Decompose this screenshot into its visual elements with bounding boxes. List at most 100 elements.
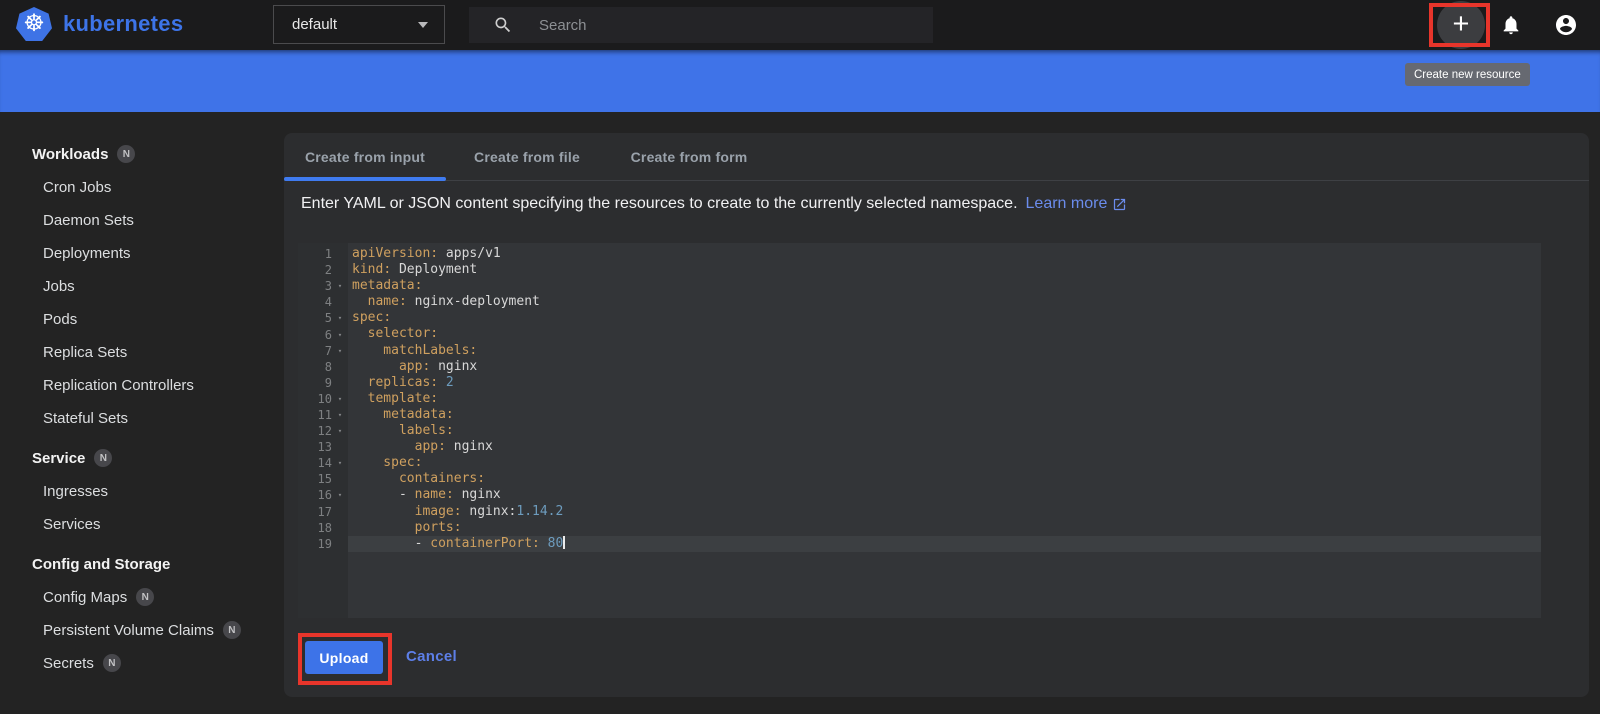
create-card: Create from input Create from file Create …: [284, 133, 1589, 697]
sidebar-item-label: Stateful Sets: [43, 409, 129, 427]
code-line: matchLabels:: [352, 342, 478, 358]
code-line: apiVersion: apps/v1: [352, 246, 501, 261]
editor-line: 19 - containerPort: 80: [298, 535, 1541, 552]
line-number: 1: [324, 247, 332, 262]
sidebar-item-label: Replica Sets: [43, 343, 128, 361]
sidebar-section-config-and-storage[interactable]: Config and Storage: [0, 554, 284, 574]
sidebar-item-secrets[interactable]: Secrets N: [0, 653, 284, 673]
cancel-button[interactable]: Cancel: [406, 648, 457, 665]
tooltip-create-new-resource: Create new resource: [1405, 63, 1530, 86]
code-line: template:: [352, 390, 439, 406]
sidebar-item-services[interactable]: Services: [0, 514, 284, 534]
editor-line: 16 ▾ - name: nginx: [298, 487, 1541, 503]
code-line: selector:: [352, 326, 439, 342]
learn-more-link[interactable]: Learn more: [1026, 195, 1128, 213]
new-badge: N: [94, 449, 113, 467]
editor-line: 8 app: nginx: [298, 359, 1541, 375]
code-line: app: nginx: [352, 358, 478, 374]
fold-icon[interactable]: ▾: [332, 459, 348, 467]
editor-line: 11 ▾ metadata:: [298, 407, 1541, 423]
fold-icon[interactable]: ▾: [332, 331, 348, 339]
text-cursor: [563, 535, 566, 549]
editor-line: 9 replicas: 2: [298, 375, 1541, 391]
tab-create-from-form[interactable]: Create from form: [608, 133, 770, 180]
search-bar[interactable]: [469, 7, 933, 43]
fold-icon[interactable]: ▾: [332, 282, 348, 290]
sidebar-item-config-maps[interactable]: Config Maps N: [0, 587, 284, 607]
sidebar-item-daemon-sets[interactable]: Daemon Sets: [0, 210, 284, 230]
line-number-cell: 14 ▾: [298, 455, 348, 471]
sidebar-item-cron-jobs[interactable]: Cron Jobs: [0, 177, 284, 197]
line-number-cell: 5 ▾: [298, 310, 348, 326]
sidebar-item-persistent-volume-claims[interactable]: Persistent Volume Claims N: [0, 620, 284, 640]
upload-button[interactable]: Upload: [305, 641, 383, 674]
sidebar-section-service[interactable]: Service N: [0, 448, 284, 468]
code-line: - name: nginx: [352, 487, 501, 503]
sidebar-section: Service N Ingresses Services: [0, 448, 284, 534]
fold-icon[interactable]: ▾: [332, 427, 348, 435]
kubernetes-logo[interactable]: ☸ kubernetes: [16, 7, 183, 41]
sidebar-item-label: Secrets: [43, 654, 94, 672]
line-number: 6: [324, 327, 332, 342]
sidebar-item-deployments[interactable]: Deployments: [0, 243, 284, 263]
tab-create-from-input[interactable]: Create from input: [284, 133, 446, 181]
search-input[interactable]: [539, 16, 869, 34]
line-number-cell: 10 ▾: [298, 391, 348, 407]
line-number: 10: [317, 391, 332, 406]
create-new-resource-button[interactable]: +: [1437, 1, 1485, 49]
tab-create-from-file[interactable]: Create from file: [446, 133, 608, 180]
line-number-cell: 18: [298, 520, 348, 536]
new-badge: N: [117, 145, 136, 163]
line-number: 12: [317, 424, 332, 439]
line-number: 16: [317, 488, 332, 503]
line-number: 5: [324, 311, 332, 326]
sidebar-item-stateful-sets[interactable]: Stateful Sets: [0, 408, 284, 428]
editor-line: 15 containers:: [298, 471, 1541, 487]
fold-icon[interactable]: ▾: [332, 395, 348, 403]
account-button[interactable]: [1554, 13, 1578, 37]
line-number: 2: [324, 263, 332, 278]
fold-icon[interactable]: ▾: [332, 347, 348, 355]
code-line: metadata:: [352, 406, 454, 422]
editor-line: 7 ▾ matchLabels:: [298, 343, 1541, 359]
brand-wordmark[interactable]: kubernetes: [63, 11, 183, 37]
sidebar-item-replication-controllers[interactable]: Replication Controllers: [0, 375, 284, 395]
editor-line: 6 ▾ selector:: [298, 326, 1541, 342]
notifications-button[interactable]: [1500, 14, 1522, 36]
sidebar-item-label: Services: [43, 515, 101, 533]
sidebar-item-jobs[interactable]: Jobs: [0, 276, 284, 296]
code-line: kind: Deployment: [352, 262, 478, 278]
sidebar-item-label: Cron Jobs: [43, 178, 112, 196]
sidebar-item-pods[interactable]: Pods: [0, 309, 284, 329]
fold-icon[interactable]: ▾: [332, 314, 348, 322]
top-bar: ☸ kubernetes default +: [0, 0, 1600, 50]
fold-icon[interactable]: ▾: [332, 491, 348, 499]
line-number: 11: [317, 407, 332, 422]
editor-line: 14 ▾ spec:: [298, 455, 1541, 471]
sidebar-section-workloads[interactable]: Workloads N: [0, 144, 284, 164]
line-number: 3: [324, 279, 332, 294]
fold-icon[interactable]: ▾: [332, 411, 348, 419]
line-number-cell: 15: [298, 471, 348, 487]
sidebar-item-ingresses[interactable]: Ingresses: [0, 481, 284, 501]
code-line: app: nginx: [352, 439, 493, 455]
external-link-icon: [1114, 198, 1126, 210]
sidebar-section: Config and Storage Config Maps N Persistent…: [0, 554, 284, 673]
line-number: 17: [317, 504, 332, 519]
line-number-cell: 17: [298, 504, 348, 520]
yaml-editor[interactable]: 1 apiVersion: apps/v1 2 kind: Deployment 3 ▾ m…: [298, 243, 1541, 618]
description-row: Enter YAML or JSON content specifying th…: [301, 195, 1127, 213]
line-number: 19: [317, 536, 332, 551]
description-text: Enter YAML or JSON content specifying th…: [301, 195, 1018, 212]
namespace-select[interactable]: default: [273, 5, 445, 44]
plus-icon: +: [1452, 7, 1470, 40]
sidebar-item-replica-sets[interactable]: Replica Sets: [0, 342, 284, 362]
code-line: name: nginx-deployment: [352, 294, 540, 310]
line-number: 4: [324, 295, 332, 310]
sidebar-section-label: Workloads: [32, 145, 109, 163]
line-number-cell: 9: [298, 375, 348, 391]
create-tabs: Create from input Create from file Create …: [284, 133, 1589, 181]
editor-line: 4 name: nginx-deployment: [298, 294, 1541, 310]
sidebar-item-label: Persistent Volume Claims: [43, 621, 214, 639]
editor-line: 10 ▾ template:: [298, 391, 1541, 407]
